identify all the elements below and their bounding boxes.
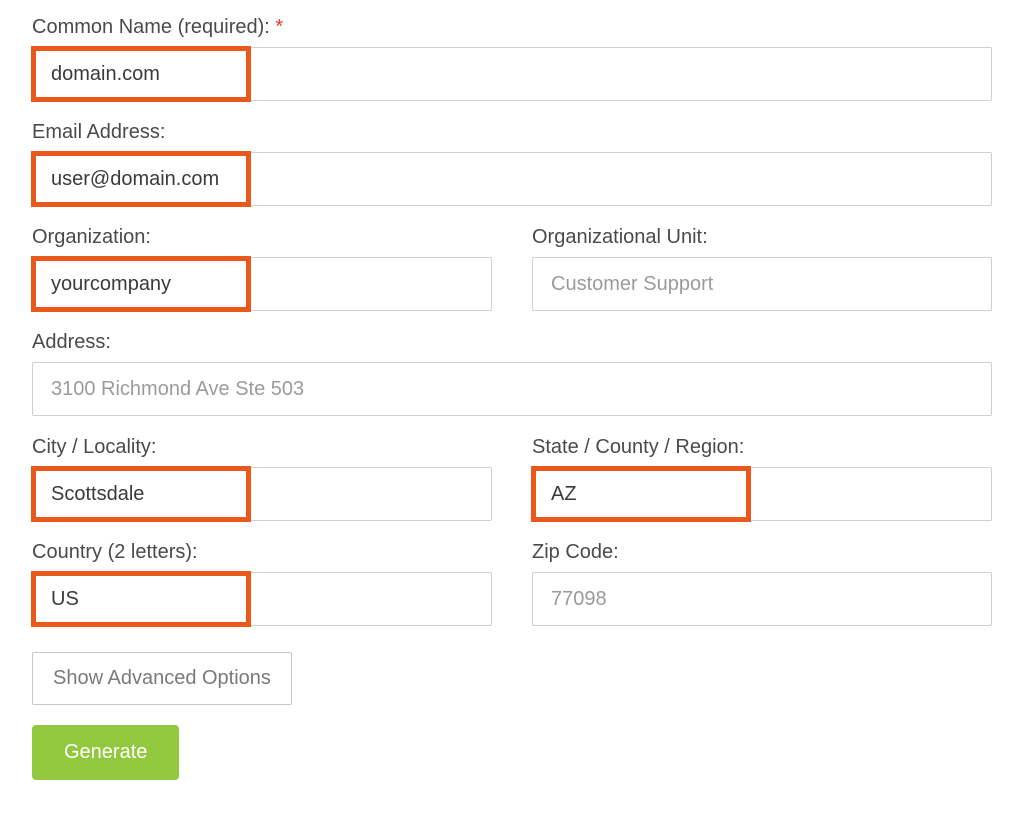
country-field-group: Country (2 letters): bbox=[32, 541, 492, 626]
state-input[interactable] bbox=[533, 468, 991, 520]
org-row: Organization: Organizational Unit: bbox=[32, 226, 992, 331]
zip-field-group: Zip Code: bbox=[532, 541, 992, 626]
common-name-label-text: Common Name (required): bbox=[32, 16, 270, 38]
country-input-wrapper bbox=[32, 572, 492, 626]
zip-label: Zip Code: bbox=[532, 541, 992, 564]
csr-form: Common Name (required): * Email Address:… bbox=[32, 16, 992, 780]
email-field-group: Email Address: bbox=[32, 121, 992, 206]
address-label: Address: bbox=[32, 331, 992, 354]
advanced-options-row: Show Advanced Options bbox=[32, 646, 992, 705]
show-advanced-options-button[interactable]: Show Advanced Options bbox=[32, 652, 292, 705]
state-field-group: State / County / Region: bbox=[532, 436, 992, 521]
state-input-wrapper bbox=[532, 467, 992, 521]
email-label: Email Address: bbox=[32, 121, 992, 144]
country-zip-row: Country (2 letters): Zip Code: bbox=[32, 541, 992, 646]
org-unit-label: Organizational Unit: bbox=[532, 226, 992, 249]
organization-field-group: Organization: bbox=[32, 226, 492, 311]
zip-input[interactable] bbox=[533, 573, 991, 625]
address-field-group: Address: bbox=[32, 331, 992, 416]
state-label: State / County / Region: bbox=[532, 436, 992, 459]
organization-input-wrapper bbox=[32, 257, 492, 311]
common-name-label: Common Name (required): * bbox=[32, 16, 992, 39]
common-name-input-wrapper bbox=[32, 47, 992, 101]
address-input-wrapper bbox=[32, 362, 992, 416]
organization-input[interactable] bbox=[33, 258, 491, 310]
generate-row: Generate bbox=[32, 705, 992, 780]
org-unit-input-wrapper bbox=[532, 257, 992, 311]
email-input[interactable] bbox=[33, 153, 991, 205]
common-name-field-group: Common Name (required): * bbox=[32, 16, 992, 101]
zip-input-wrapper bbox=[532, 572, 992, 626]
email-input-wrapper bbox=[32, 152, 992, 206]
country-label: Country (2 letters): bbox=[32, 541, 492, 564]
common-name-input[interactable] bbox=[33, 48, 991, 100]
generate-button[interactable]: Generate bbox=[32, 725, 179, 780]
address-input[interactable] bbox=[33, 363, 991, 415]
org-unit-input[interactable] bbox=[533, 258, 991, 310]
city-field-group: City / Locality: bbox=[32, 436, 492, 521]
country-input[interactable] bbox=[33, 573, 491, 625]
city-state-row: City / Locality: State / County / Region… bbox=[32, 436, 992, 541]
organization-label: Organization: bbox=[32, 226, 492, 249]
city-label: City / Locality: bbox=[32, 436, 492, 459]
city-input-wrapper bbox=[32, 467, 492, 521]
org-unit-field-group: Organizational Unit: bbox=[532, 226, 992, 311]
city-input[interactable] bbox=[33, 468, 491, 520]
required-asterisk: * bbox=[270, 16, 283, 38]
